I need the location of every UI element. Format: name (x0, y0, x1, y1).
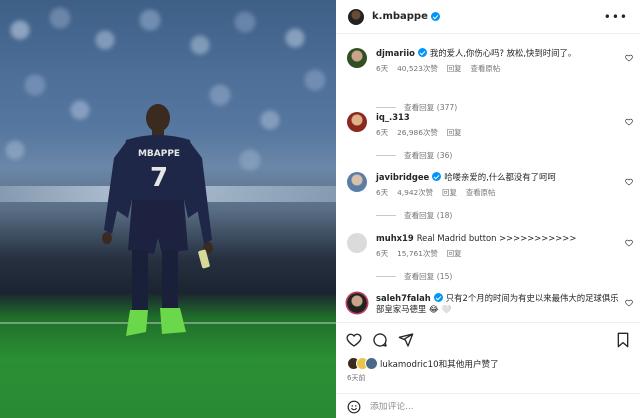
comment-username[interactable]: saleh7falah (376, 293, 431, 303)
comment-input[interactable] (370, 401, 610, 412)
player-figure: MBAPPE 7 (102, 104, 213, 336)
commenter-avatar[interactable] (347, 233, 367, 253)
comment-item: saleh7falah 只有2个月的时间为有史以来最伟大的足球俱乐部皇家马德里 😂… (336, 293, 640, 315)
liked-by-text[interactable]: lukamodric10和其他用户赞了 (380, 358, 499, 370)
comment-age: 6天 (376, 249, 389, 258)
heart-icon[interactable] (625, 118, 633, 126)
reply-button[interactable]: 回复 (447, 63, 462, 74)
comment-age: 6天 (376, 128, 389, 137)
instagram-post-viewer: MBAPPE 7 k.mbappe ••• djmariio 我的爱人,你伤心吗… (0, 0, 640, 418)
view-replies-button[interactable]: 查看回复 (36) (376, 150, 452, 161)
comment-likes[interactable]: 26,986次赞 (397, 127, 438, 138)
comment-text: djmariio 我的爱人,你伤心吗? 放松,快到时间了。 (376, 48, 620, 59)
more-icon[interactable]: ••• (604, 11, 628, 23)
jersey-number: 7 (150, 163, 168, 193)
reply-button[interactable]: 回复 (447, 127, 462, 138)
share-icon[interactable] (398, 332, 414, 348)
heart-icon[interactable] (625, 239, 633, 247)
reply-button[interactable]: 回复 (442, 187, 457, 198)
comment-likes[interactable]: 4,942次赞 (397, 187, 433, 198)
comment-likes[interactable]: 40,523次赞 (397, 63, 438, 74)
comment-text: muhx19 Real Madrid button >>>>>>>>>>> (376, 233, 620, 244)
commenter-avatar[interactable] (347, 293, 367, 313)
post-side-panel: k.mbappe ••• djmariio 我的爱人,你伤心吗? 放松,快到时间了… (336, 0, 640, 418)
comment-username[interactable]: muhx19 (376, 233, 414, 243)
jersey-name: MBAPPE (138, 149, 180, 159)
comment-icon[interactable] (372, 332, 388, 348)
action-bar (346, 331, 630, 349)
heart-icon[interactable] (625, 54, 633, 62)
comment-age: 6天 (376, 64, 389, 73)
emoji-icon[interactable] (347, 400, 361, 414)
comment-item: muhx19 Real Madrid button >>>>>>>>>>> 6天 … (336, 233, 640, 281)
verified-badge-icon (432, 172, 442, 181)
comment-meta: 6天 26,986次赞 回复 (376, 127, 620, 138)
comment-body: Real Madrid button >>>>>>>>>>> (416, 233, 577, 243)
comment-item: iq_.313 6天 26,986次赞 回复 查看回复 (36) (336, 112, 640, 160)
comment-likes[interactable]: 15,761次赞 (397, 248, 438, 259)
author-avatar[interactable] (348, 8, 364, 25)
comment-item: djmariio 我的爱人,你伤心吗? 放松,快到时间了。 6天 40,523次赞… (336, 48, 640, 112)
comment-username[interactable]: javibridgee (376, 172, 429, 182)
verified-badge-icon (430, 12, 440, 21)
comment-text: iq_.313 (376, 112, 620, 123)
comment-body: 哈喽亲爱的,什么都没有了呵呵 (444, 172, 556, 182)
comment-username[interactable]: djmariio (376, 48, 415, 58)
view-replies-label[interactable]: 查看回复 (36) (404, 150, 452, 161)
commenter-avatar[interactable] (347, 48, 367, 68)
view-replies-button[interactable]: 查看回复 (18) (376, 210, 452, 221)
verified-badge-icon (417, 48, 427, 57)
view-replies-label[interactable]: 查看回复 (15) (404, 271, 452, 282)
commenter-avatar[interactable] (347, 172, 367, 192)
comment-meta: 6天 4,942次赞 回复 查看原帖 (376, 187, 620, 198)
view-replies-button[interactable]: 查看回复 (15) (376, 271, 452, 282)
liked-by[interactable]: lukamodric10和其他用户赞了 (347, 357, 499, 371)
heart-icon[interactable] (346, 332, 362, 348)
verified-badge-icon (433, 293, 443, 302)
view-original-button[interactable]: 查看原帖 (471, 63, 501, 74)
liker-avatars (347, 357, 378, 371)
bookmark-icon[interactable] (616, 332, 630, 348)
view-replies-label[interactable]: 查看回复 (18) (404, 210, 452, 221)
post-date: 6天前 (347, 374, 366, 382)
view-original-button[interactable]: 查看原帖 (466, 187, 496, 198)
comment-age: 6天 (376, 188, 389, 197)
heart-icon[interactable] (625, 299, 633, 307)
comment-meta: 6天 40,523次赞 回复 查看原帖 (376, 63, 620, 74)
author-username[interactable]: k.mbappe (372, 11, 440, 22)
comments-list: djmariio 我的爱人,你伤心吗? 放松,快到时间了。 6天 40,523次赞… (336, 34, 640, 322)
post-header: k.mbappe ••• (336, 0, 640, 34)
post-photo[interactable]: MBAPPE 7 (0, 0, 336, 418)
liker-avatar (365, 357, 378, 370)
comment-text: saleh7falah 只有2个月的时间为有史以来最伟大的足球俱乐部皇家马德里 😂… (376, 293, 620, 315)
author-username-text[interactable]: k.mbappe (372, 11, 428, 22)
comment-username[interactable]: iq_.313 (376, 112, 410, 122)
add-comment-bar (336, 393, 640, 418)
reply-button[interactable]: 回复 (447, 248, 462, 259)
comment-body: 我的爱人,你伤心吗? 放松,快到时间了。 (429, 48, 577, 58)
comment-meta: 6天 15,761次赞 回复 (376, 248, 620, 259)
heart-icon[interactable] (625, 178, 633, 186)
commenter-avatar[interactable] (347, 112, 367, 132)
post-footer: lukamodric10和其他用户赞了 6天前 (336, 322, 640, 418)
comment-item: javibridgee 哈喽亲爱的,什么都没有了呵呵 6天 4,942次赞 回复 … (336, 172, 640, 220)
comment-text: javibridgee 哈喽亲爱的,什么都没有了呵呵 (376, 172, 620, 183)
